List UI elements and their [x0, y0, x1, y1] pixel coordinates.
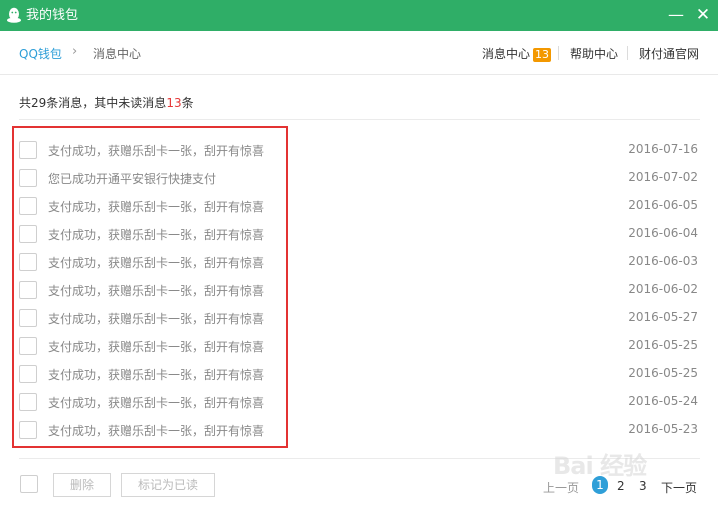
window-title: 我的钱包 [26, 8, 79, 23]
summary-unread: 13 [166, 96, 182, 110]
message-date: 2016-05-25 [628, 338, 698, 352]
message-date: 2016-05-24 [628, 394, 698, 408]
message-date: 2016-05-25 [628, 366, 698, 380]
next-page-button[interactable]: 下一页 [661, 479, 697, 496]
minimize-button[interactable]: — [665, 4, 687, 26]
official-site-link[interactable]: 财付通官网 [639, 45, 699, 62]
select-all-checkbox[interactable] [20, 475, 38, 493]
message-date: 2016-07-16 [628, 142, 698, 156]
page-2-button[interactable]: 2 [617, 479, 625, 493]
message-center-label: 消息中心 [482, 47, 531, 61]
message-date: 2016-07-02 [628, 170, 698, 184]
title-bar: 我的钱包 — ✕ [0, 0, 718, 31]
message-date: 2016-06-03 [628, 254, 698, 268]
summary-total: 29 [31, 96, 47, 110]
nav-divider [558, 46, 559, 60]
delete-button[interactable]: 删除 [53, 473, 111, 497]
message-date: 2016-05-23 [628, 422, 698, 436]
nav-divider [627, 46, 628, 60]
qq-penguin-icon [7, 7, 21, 23]
prev-page-button[interactable]: 上一页 [543, 479, 579, 496]
divider [19, 119, 700, 120]
highlight-box [12, 126, 288, 448]
mark-as-read-button[interactable]: 标记为已读 [121, 473, 215, 497]
message-date: 2016-06-04 [628, 226, 698, 240]
baidu-watermark: Bai 经验 [553, 446, 678, 480]
help-center-link[interactable]: 帮助中心 [570, 45, 618, 62]
close-button[interactable]: ✕ [692, 4, 714, 26]
breadcrumb-current: 消息中心 [93, 47, 142, 61]
message-summary: 共29条消息，其中未读消息13条 [19, 94, 194, 111]
summary-middle: 条消息，其中未读消息 [46, 96, 167, 110]
nav-bar: QQ钱包 › 消息中心 消息中心 13 帮助中心 财付通官网 [0, 31, 718, 75]
breadcrumb-home-link[interactable]: QQ钱包 [19, 45, 62, 62]
page-3-button[interactable]: 3 [639, 479, 647, 493]
summary-prefix: 共 [19, 96, 32, 110]
watermark-text: Bai 经验 [553, 452, 647, 480]
message-date: 2016-05-27 [628, 310, 698, 324]
unread-badge: 13 [533, 48, 552, 62]
message-date: 2016-06-02 [628, 282, 698, 296]
message-date: 2016-06-05 [628, 198, 698, 212]
summary-suffix: 条 [181, 96, 194, 110]
chevron-right-icon: › [72, 44, 78, 59]
message-center-link[interactable]: 消息中心 13 [482, 45, 552, 62]
